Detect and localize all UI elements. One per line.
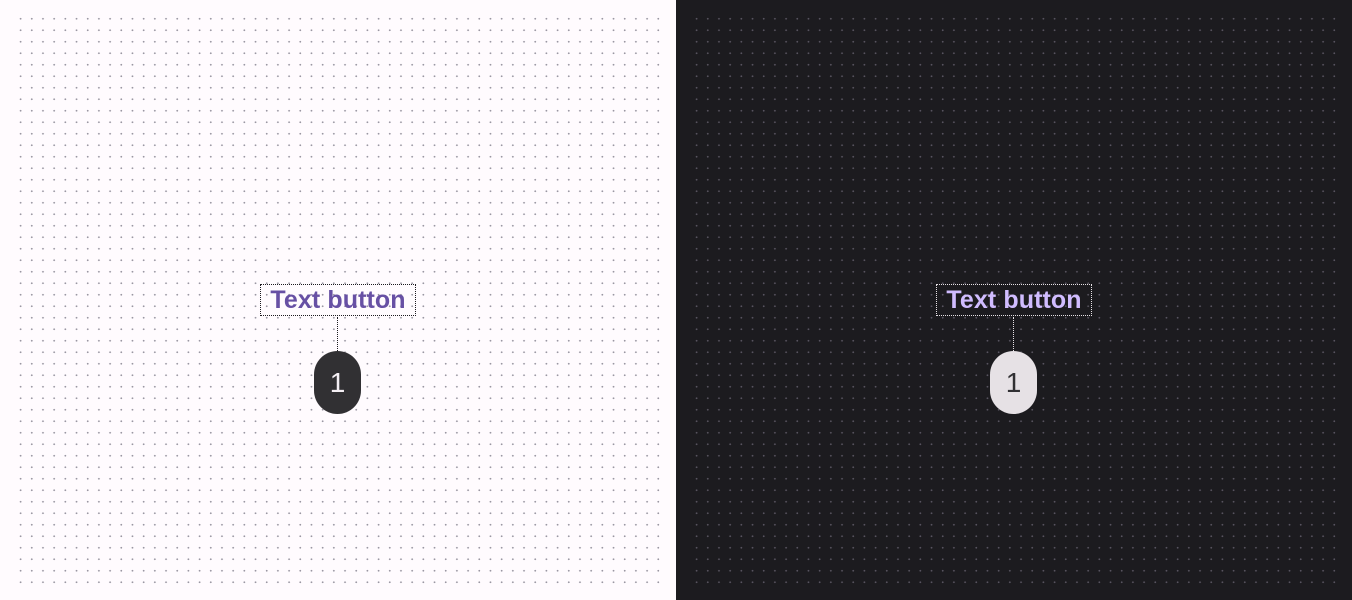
light-theme-panel: Text button 1 xyxy=(0,0,676,600)
dark-theme-panel: Text button 1 xyxy=(676,0,1352,600)
text-button[interactable]: Text button xyxy=(260,284,416,316)
callout-leader-line xyxy=(1013,317,1014,351)
callout-badge: 1 xyxy=(314,351,361,414)
text-button[interactable]: Text button xyxy=(936,284,1092,316)
callout-leader-line xyxy=(337,317,338,351)
diagram-stage: Text button 1 Text button 1 xyxy=(0,0,1352,600)
callout-badge: 1 xyxy=(990,351,1037,414)
